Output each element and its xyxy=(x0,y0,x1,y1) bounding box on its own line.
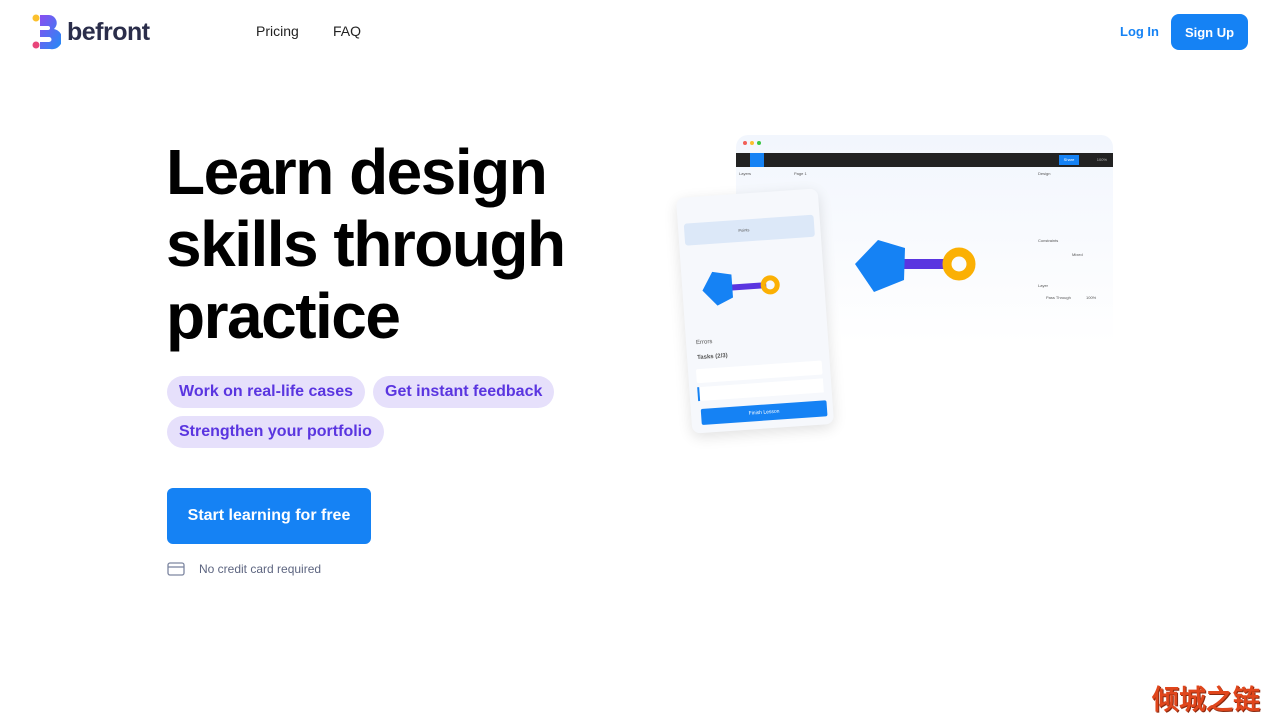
nav-pricing[interactable]: Pricing xyxy=(256,23,299,39)
note-text: No credit card required xyxy=(199,562,322,576)
feature-chips: Work on real-life cases Get instant feed… xyxy=(167,376,587,448)
opacity-label: 100% xyxy=(1086,295,1097,300)
pentagon-shape xyxy=(855,240,905,292)
login-link[interactable]: Log In xyxy=(1120,24,1159,39)
mixed-label: Mixed xyxy=(1072,252,1083,257)
chip-portfolio: Strengthen your portfolio xyxy=(167,416,384,448)
title-line: skills through xyxy=(166,208,566,280)
watermark: 倾城之链 xyxy=(1152,685,1260,715)
layer-label: Layer xyxy=(1038,283,1049,288)
page-label: Page 1 xyxy=(794,171,807,176)
start-learning-button[interactable]: Start learning for free xyxy=(167,488,371,544)
errors-label: Errors xyxy=(695,339,713,347)
title-line: practice xyxy=(166,280,401,352)
editor-toolbar: Share 100% xyxy=(736,153,1113,167)
no-credit-card-note: No credit card required xyxy=(167,562,321,576)
credit-card-icon xyxy=(167,562,185,576)
finish-lesson-button: Finish Lesson xyxy=(700,400,828,425)
chip-real-life: Work on real-life cases xyxy=(167,376,365,408)
brand-name: befront xyxy=(67,17,150,46)
product-illustration: Share 100% Layers Page 1 Design Constrai… xyxy=(675,135,1120,435)
befront-logo-icon xyxy=(32,14,61,50)
chip-feedback: Get instant feedback xyxy=(373,376,555,408)
constraints-label: Constraints xyxy=(1038,238,1059,243)
pass-through-label: Pass Through xyxy=(1046,295,1071,300)
layers-tab: Layers xyxy=(739,171,752,176)
shape-canvas xyxy=(855,240,976,292)
tasks-label: Tasks (2/3) xyxy=(696,353,728,362)
signup-button[interactable]: Sign Up xyxy=(1171,14,1248,50)
zoom-level: 100% xyxy=(1096,157,1107,162)
lesson-panel: Points Errors Tasks (2/3) Finish Lesson xyxy=(675,188,835,434)
design-tab: Design xyxy=(1038,171,1051,176)
nav-faq[interactable]: FAQ xyxy=(333,23,361,39)
panel-shape-preview xyxy=(702,271,780,306)
ring-shape xyxy=(942,247,976,281)
hero-title: Learn design skills through practice xyxy=(166,136,566,352)
points-label: Points xyxy=(738,227,750,233)
title-line: Learn design xyxy=(166,136,548,208)
share-button: Share xyxy=(1059,155,1079,165)
logo[interactable]: befront xyxy=(31,13,150,51)
